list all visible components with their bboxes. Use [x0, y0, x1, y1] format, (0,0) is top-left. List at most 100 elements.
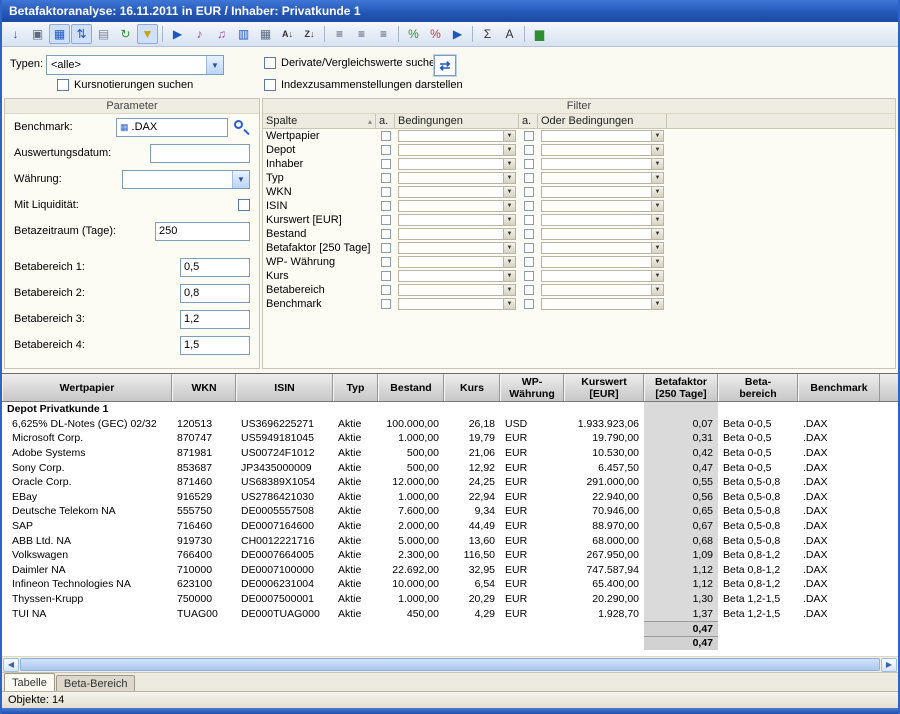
filter-or-checkbox[interactable]: [524, 131, 534, 141]
filter-and-checkbox[interactable]: [381, 159, 391, 169]
header-beta-bereich[interactable]: Beta- bereich: [718, 374, 798, 401]
filter-or-checkbox[interactable]: [524, 159, 534, 169]
align-right-icon[interactable]: ≡: [373, 24, 394, 44]
chevron-down-icon[interactable]: ▼: [651, 257, 663, 267]
chevron-down-icon[interactable]: ▼: [503, 215, 515, 225]
filter-condition-select[interactable]: ▼: [398, 256, 516, 268]
filter-and-checkbox[interactable]: [381, 215, 391, 225]
chevron-down-icon[interactable]: ▼: [651, 229, 663, 239]
export-icon[interactable]: ↓: [5, 24, 26, 44]
filter-condition-select[interactable]: ▼: [398, 172, 516, 184]
table-row[interactable]: ABB Ltd. NA919730CH0012221716Aktie5.000,…: [2, 533, 898, 548]
table-row[interactable]: SAP716460DE0007164600Aktie2.000,0044,49E…: [2, 519, 898, 534]
table-row[interactable]: Sony Corp.853687JP3435000009Aktie500,001…: [2, 460, 898, 475]
chevron-down-icon[interactable]: ▼: [503, 229, 515, 239]
table-row[interactable]: Adobe Systems871981US00724F1012Aktie500,…: [2, 446, 898, 461]
filter-condition-select[interactable]: ▼: [398, 144, 516, 156]
filter-or-condition-select[interactable]: ▼: [541, 130, 664, 142]
filter-or-condition-select[interactable]: ▼: [541, 200, 664, 212]
filter-and-checkbox[interactable]: [381, 187, 391, 197]
header-betafaktor[interactable]: Betafaktor [250 Tage]: [644, 374, 718, 401]
table-row[interactable]: Thyssen-Krupp750000DE0007500001Aktie1.00…: [2, 592, 898, 607]
filter-or-condition-select[interactable]: ▼: [541, 228, 664, 240]
scroll-right-icon[interactable]: ▶: [881, 658, 897, 672]
typen-select[interactable]: <alle> ▼: [46, 55, 224, 75]
chevron-down-icon[interactable]: ▼: [651, 201, 663, 211]
header-wertpapier[interactable]: Wertpapier: [2, 374, 172, 401]
filter-condition-select[interactable]: ▼: [398, 186, 516, 198]
chart-icon[interactable]: ▆: [529, 24, 550, 44]
chevron-down-icon[interactable]: ▼: [651, 145, 663, 155]
filter-or-checkbox[interactable]: [524, 299, 534, 309]
filter-condition-select[interactable]: ▼: [398, 158, 516, 170]
chevron-down-icon[interactable]: ▼: [503, 271, 515, 281]
table-row[interactable]: Daimler NA710000DE0007100000Aktie22.692,…: [2, 563, 898, 578]
table-row[interactable]: Oracle Corp.871460US68389X1054Aktie12.00…: [2, 475, 898, 490]
filter-or-condition-select[interactable]: ▼: [541, 172, 664, 184]
filter-icon[interactable]: ▼: [137, 24, 158, 44]
chevron-down-icon[interactable]: ▼: [651, 271, 663, 281]
liquiditaet-checkbox[interactable]: [238, 199, 250, 211]
header-kurs[interactable]: Kurs: [444, 374, 500, 401]
filter-or-checkbox[interactable]: [524, 285, 534, 295]
percent-plus-icon[interactable]: %: [403, 24, 424, 44]
tab-beta-bereich[interactable]: Beta-Bereich: [56, 675, 136, 691]
chevron-down-icon[interactable]: ▼: [651, 299, 663, 309]
filter-header-oder[interactable]: Oder Bedingungen: [538, 114, 667, 128]
filter-or-checkbox[interactable]: [524, 187, 534, 197]
transfer-icon[interactable]: ⇅: [71, 24, 92, 44]
filter-or-condition-select[interactable]: ▼: [541, 158, 664, 170]
filter-or-checkbox[interactable]: [524, 145, 534, 155]
filter-header-bedingungen[interactable]: Bedingungen: [395, 114, 519, 128]
filter-or-checkbox[interactable]: [524, 257, 534, 267]
group-total-row[interactable]: 0,47: [2, 621, 898, 636]
filter-and-checkbox[interactable]: [381, 299, 391, 309]
scroll-left-icon[interactable]: ◀: [3, 658, 19, 672]
chevron-down-icon[interactable]: ▼: [651, 243, 663, 253]
filter-or-checkbox[interactable]: [524, 243, 534, 253]
chevron-down-icon[interactable]: ▼: [503, 173, 515, 183]
chevron-down-icon[interactable]: ▼: [651, 173, 663, 183]
chevron-down-icon[interactable]: ▼: [232, 171, 249, 188]
header-typ[interactable]: Typ: [333, 374, 378, 401]
filter-condition-select[interactable]: ▼: [398, 214, 516, 226]
align-center-icon[interactable]: ≡: [351, 24, 372, 44]
tab-tabelle[interactable]: Tabelle: [4, 673, 55, 691]
filter-or-condition-select[interactable]: ▼: [541, 214, 664, 226]
group-row[interactable]: Depot Privatkunde 1: [2, 402, 898, 417]
sort-desc-icon[interactable]: Z↓: [299, 24, 320, 44]
chevron-down-icon[interactable]: ▼: [503, 159, 515, 169]
filter-and-checkbox[interactable]: [381, 131, 391, 141]
derivate-checkbox[interactable]: Derivate/Vergleichswerte suchen: [264, 57, 441, 69]
filter-condition-select[interactable]: ▼: [398, 242, 516, 254]
sort-asc-icon[interactable]: A↓: [277, 24, 298, 44]
filter-condition-select[interactable]: ▼: [398, 228, 516, 240]
chevron-down-icon[interactable]: ▼: [503, 285, 515, 295]
filter-header-spalte[interactable]: Spalte ▴: [263, 114, 376, 128]
note-icon[interactable]: ♫: [211, 24, 232, 44]
header-isin[interactable]: ISIN: [236, 374, 333, 401]
filter-and-checkbox[interactable]: [381, 229, 391, 239]
filter-and-checkbox[interactable]: [381, 145, 391, 155]
betabereich2-input[interactable]: 0,8: [180, 284, 250, 303]
refresh-icon[interactable]: ↻: [115, 24, 136, 44]
filter-or-condition-select[interactable]: ▼: [541, 256, 664, 268]
title-bar[interactable]: Betafaktoranalyse: 16.11.2011 in EUR / I…: [2, 0, 898, 22]
table-row[interactable]: Volkswagen766400DE0007664005Aktie2.300,0…: [2, 548, 898, 563]
betabereich4-input[interactable]: 1,5: [180, 336, 250, 355]
header-bestand[interactable]: Bestand: [378, 374, 444, 401]
filter-header-a2[interactable]: a.: [519, 114, 538, 128]
column-select-icon[interactable]: ▥: [233, 24, 254, 44]
filter-and-checkbox[interactable]: [381, 173, 391, 183]
goto-row-icon[interactable]: ▶: [167, 24, 188, 44]
waehrung-select[interactable]: ▼: [122, 170, 250, 189]
horizontal-scrollbar[interactable]: ◀ ▶: [2, 656, 898, 672]
chevron-down-icon[interactable]: ▼: [503, 299, 515, 309]
betazeitraum-input[interactable]: 250: [155, 222, 250, 241]
filter-or-checkbox[interactable]: [524, 229, 534, 239]
filter-or-condition-select[interactable]: ▼: [541, 270, 664, 282]
filter-and-checkbox[interactable]: [381, 285, 391, 295]
derivate-checkbox-box[interactable]: [264, 57, 276, 69]
layout-icon[interactable]: ▤: [93, 24, 114, 44]
filter-or-condition-select[interactable]: ▼: [541, 144, 664, 156]
